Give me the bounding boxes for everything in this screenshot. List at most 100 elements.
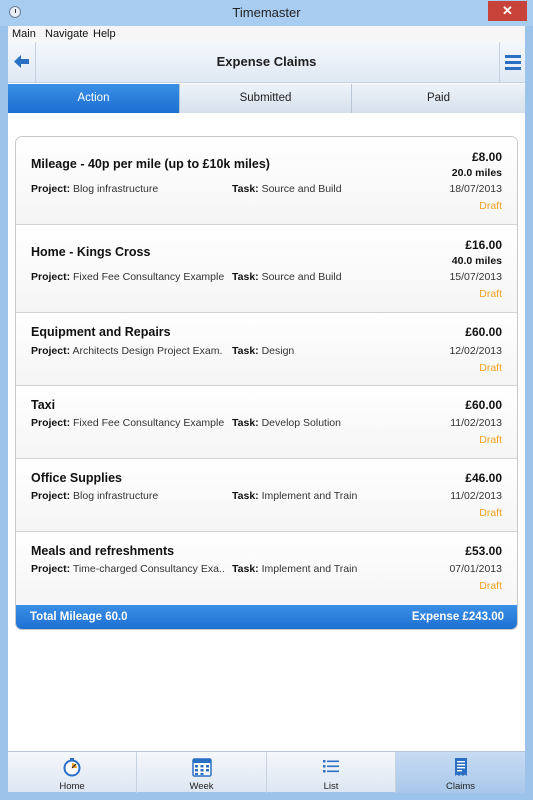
claim-task: Task: Implement and Train [232,563,357,575]
bottom-navigation: Home Week List Claims [8,751,525,793]
project-label: Project: [31,490,71,502]
claim-project: Project: Fixed Fee Consultancy Example [31,417,224,429]
task-label: Task: [232,345,259,357]
list-item[interactable]: Home - Kings Cross £16.00 40.0 miles Pro… [16,225,517,313]
project-name: Blog infrastructure [73,183,159,195]
nav-list-label: List [323,781,339,792]
project-label: Project: [31,563,71,575]
nav-week[interactable]: Week [137,752,267,793]
claim-miles: 20.0 miles [451,167,502,179]
nav-list[interactable]: List [267,752,396,793]
claim-project: Project: Time-charged Consultancy Exa.. [31,563,225,575]
tab-paid[interactable]: Paid [352,84,525,113]
total-expense: Expense £243.00 [411,611,504,623]
list-icon [323,760,339,773]
claim-task: Task: Implement and Train [232,490,357,502]
list-item[interactable]: Taxi £60.00 Project: Fixed Fee Consultan… [16,386,517,459]
nav-week-label: Week [189,781,214,792]
task-name: Source and Build [261,271,342,283]
totals-bar: Total Mileage 60.0 Expense £243.00 [16,605,517,629]
claim-title: Meals and refreshments [31,544,175,558]
claim-task: Task: Source and Build [232,183,342,195]
project-name: Blog infrastructure [73,490,159,502]
status-badge: Draft [479,362,502,374]
task-label: Task: [232,271,259,283]
claim-miles: 40.0 miles [451,255,502,267]
claim-date: 15/07/2013 [449,271,502,283]
tab-submitted[interactable]: Submitted [180,84,352,113]
task-name: Develop Solution [261,417,341,429]
project-name: Fixed Fee Consultancy Example [73,271,225,283]
claim-project: Project: Architects Design Project Exam. [31,345,222,357]
hamburger-menu-button[interactable] [499,42,525,83]
claim-amount: £8.00 [471,150,502,164]
window-titlebar: Timemaster ✕ [0,0,533,26]
window-title: Timemaster [232,5,301,20]
task-name: Design [261,345,295,357]
claim-date: 12/02/2013 [449,345,502,357]
window-close-button[interactable]: ✕ [488,1,527,21]
claim-project: Project: Blog infrastructure [31,490,158,502]
stopwatch-icon [63,758,81,777]
project-name: Fixed Fee Consultancy Example [73,417,225,429]
status-badge: Draft [479,288,502,300]
claim-title: Equipment and Repairs [31,325,171,339]
claim-date: 18/07/2013 [449,183,502,195]
claim-amount: £16.00 [465,238,502,252]
app-frame: Main Navigate Help Expense Claims Action… [8,26,525,793]
claim-title: Office Supplies [31,471,122,485]
nav-claims-label: Claims [445,781,476,792]
claim-task: Task: Develop Solution [232,417,341,429]
nav-home-label: Home [59,781,85,792]
status-badge: Draft [479,580,502,592]
claim-title: Taxi [31,398,56,412]
status-badge: Draft [479,434,502,446]
project-label: Project: [31,271,71,283]
receipt-icon [454,758,467,776]
list-item[interactable]: Office Supplies £46.00 Project: Blog inf… [16,459,517,532]
list-item[interactable]: Equipment and Repairs £60.00 Project: Ar… [16,313,517,386]
project-name: Architects Design Project Exam. [72,345,223,357]
nav-home[interactable]: Home [8,752,137,793]
claim-task: Task: Source and Build [232,271,342,283]
claim-amount: £46.00 [465,471,502,485]
task-name: Source and Build [261,183,342,195]
page-header: Expense Claims [8,42,525,83]
total-mileage: Total Mileage 60.0 [30,611,128,623]
task-label: Task: [232,490,259,502]
tab-action[interactable]: Action [8,84,180,113]
project-label: Project: [31,345,71,357]
status-badge: Draft [479,200,502,212]
list-item[interactable]: Meals and refreshments £53.00 Project: T… [16,532,517,605]
menu-bar: Main Navigate Help [8,26,525,42]
nav-claims[interactable]: Claims [396,752,525,793]
claim-project: Project: Fixed Fee Consultancy Example [31,271,224,283]
task-label: Task: [232,563,259,575]
project-label: Project: [31,417,71,429]
project-label: Project: [31,183,71,195]
list-item[interactable]: Mileage - 40p per mile (up to £10k miles… [16,137,517,225]
claim-task: Task: Design [232,345,294,357]
claim-date: 11/02/2013 [450,417,502,429]
calendar-icon [191,758,212,777]
claim-date: 07/01/2013 [449,563,502,575]
claims-list: Mileage - 40p per mile (up to £10k miles… [15,136,518,630]
claim-date: 11/02/2013 [450,490,502,502]
claim-amount: £60.00 [465,398,502,412]
menu-help[interactable]: Help [93,28,116,40]
claims-content: Mileage - 40p per mile (up to £10k miles… [8,114,525,751]
task-label: Task: [232,183,259,195]
menu-navigate[interactable]: Navigate [45,28,88,40]
page-title: Expense Claims [216,54,317,69]
claim-status-tabs: Action Submitted Paid [8,84,525,113]
task-name: Implement and Train [261,563,358,575]
task-name: Implement and Train [261,490,358,502]
claim-amount: £53.00 [465,544,502,558]
claim-amount: £60.00 [465,325,502,339]
claim-project: Project: Blog infrastructure [31,183,158,195]
claim-title: Mileage - 40p per mile (up to £10k miles… [31,157,270,171]
menu-main[interactable]: Main [12,28,36,40]
project-name: Time-charged Consultancy Exa.. [72,563,225,575]
status-badge: Draft [479,507,502,519]
task-label: Task: [232,417,259,429]
